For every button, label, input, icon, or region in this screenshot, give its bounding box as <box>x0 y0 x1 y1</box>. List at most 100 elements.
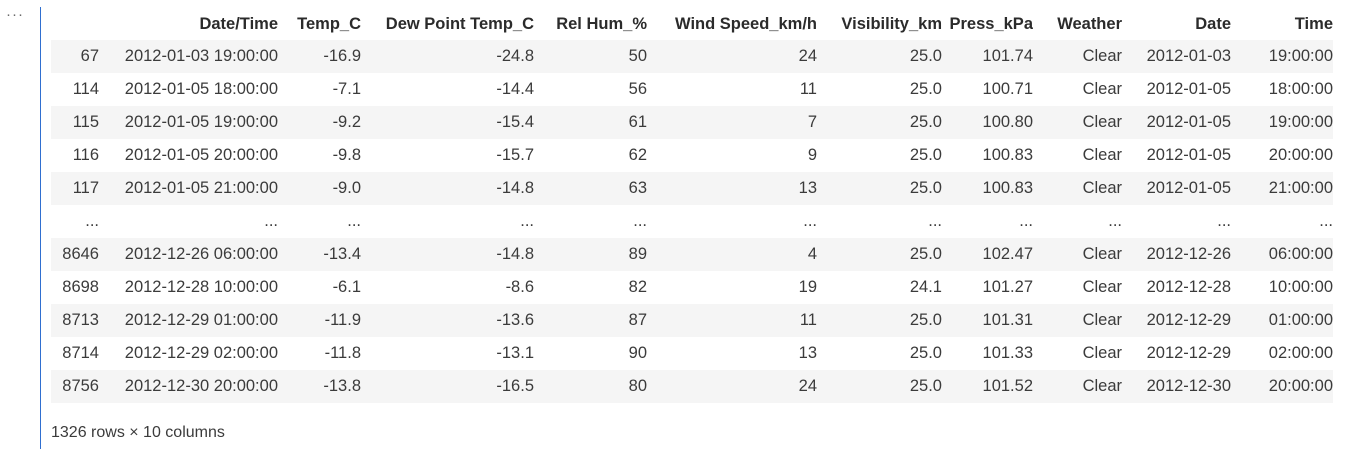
table-row: 117 2012-01-05 21:00:00 -9.0 -14.8 63 13 25.0 1… <box>51 172 1333 205</box>
column-header-pressure-header: Press_kPa <box>949 14 1034 33</box>
row-index-cell: 8698 <box>62 278 99 296</box>
table-cell: -9.2 <box>332 113 361 131</box>
table-cell: 2012-01-05 19:00:00 <box>124 113 278 131</box>
table-cell: 25.0 <box>909 179 942 197</box>
column-header-time-header: Time <box>1294 14 1333 33</box>
table-cell: 21:00:00 <box>1268 179 1333 197</box>
row-index-cell: 67 <box>80 47 99 65</box>
table-cell: 2012-12-29 <box>1146 311 1231 329</box>
table-cell: 19:00:00 <box>1268 47 1333 65</box>
table-cell: 100.71 <box>982 80 1033 98</box>
table-cell: Clear <box>1082 113 1122 131</box>
table-cell: 2012-01-05 <box>1146 179 1231 197</box>
column-header-wind-speed-header: Wind Speed_km/h <box>675 14 817 33</box>
table-cell: 102.47 <box>982 245 1033 263</box>
table-cell: 19:00:00 <box>1268 113 1333 131</box>
table-cell: 4 <box>807 245 817 263</box>
table-cell: 90 <box>628 344 647 362</box>
table-cell: 25.0 <box>909 146 942 164</box>
table-cell: -6.1 <box>332 278 361 296</box>
table-row: 114 2012-01-05 18:00:00 -7.1 -14.4 56 11 25.0 1… <box>51 73 1333 106</box>
table-cell: 2012-01-05 21:00:00 <box>124 179 278 197</box>
table-cell: 7 <box>807 113 817 131</box>
table-cell: 2012-01-05 18:00:00 <box>124 80 278 98</box>
dataframe-shape-summary: 1326 rows × 10 columns <box>51 424 225 441</box>
table-cell: 2012-12-29 <box>1146 344 1231 362</box>
table-cell: Clear <box>1082 245 1122 263</box>
table-cell: Clear <box>1082 344 1122 362</box>
table-cell: 2012-01-05 <box>1146 146 1231 164</box>
row-index-cell: 8756 <box>62 377 99 395</box>
table-cell: 62 <box>628 146 647 164</box>
table-cell: ... <box>803 212 817 230</box>
table-cell: 2012-12-29 02:00:00 <box>124 344 278 362</box>
table-cell: -15.4 <box>496 113 534 131</box>
table-cell: Clear <box>1082 47 1122 65</box>
table-cell: -13.1 <box>496 344 534 362</box>
table-cell: ... <box>1217 212 1231 230</box>
table-cell: 25.0 <box>909 80 942 98</box>
table-cell: -16.5 <box>496 377 534 395</box>
table-row: 115 2012-01-05 19:00:00 -9.2 -15.4 61 7 25.0 10… <box>51 106 1333 139</box>
table-cell: Clear <box>1082 80 1122 98</box>
table-row: 8714 2012-12-29 02:00:00 -11.8 -13.1 90 13 25.… <box>51 337 1333 370</box>
table-row: 8646 2012-12-26 06:00:00 -13.4 -14.8 89 4 25.0… <box>51 238 1333 271</box>
column-header-dew-point-header: Dew Point Temp_C <box>385 14 534 33</box>
output-focus-border <box>40 7 41 449</box>
table-cell: 01:00:00 <box>1268 311 1333 329</box>
table-cell: 2012-01-05 20:00:00 <box>124 146 278 164</box>
table-row: 8756 2012-12-30 20:00:00 -13.8 -16.5 80 24 25.… <box>51 370 1333 403</box>
table-cell: -14.4 <box>496 80 534 98</box>
table-cell: -11.9 <box>324 311 361 329</box>
table-cell: 63 <box>628 179 647 197</box>
table-cell: -8.6 <box>505 278 534 296</box>
table-cell: 25.0 <box>909 113 942 131</box>
table-cell: -24.8 <box>496 47 534 65</box>
column-header-temp-header: Temp_C <box>297 14 361 33</box>
table-cell: ... <box>1019 212 1033 230</box>
table-cell: 2012-01-03 19:00:00 <box>124 47 278 65</box>
row-index-cell: 116 <box>72 146 99 164</box>
table-cell: ... <box>1319 212 1333 230</box>
table-cell: Clear <box>1082 179 1122 197</box>
table-cell: Clear <box>1082 311 1122 329</box>
table-cell: 24.1 <box>909 278 942 296</box>
table-cell: Clear <box>1082 377 1122 395</box>
table-body: 67 2012-01-03 19:00:00 -16.9 -24.8 50 24 25.0 1… <box>51 40 1333 403</box>
table-cell: Clear <box>1082 278 1122 296</box>
table-cell: 101.27 <box>982 278 1033 296</box>
table-cell: 25.0 <box>909 311 942 329</box>
table-row: 8698 2012-12-28 10:00:00 -6.1 -8.6 82 19 24.1 1… <box>51 271 1333 304</box>
row-index-cell: ... <box>85 212 99 230</box>
table-cell: 82 <box>628 278 647 296</box>
table-cell: -14.8 <box>496 245 534 263</box>
table-cell: 50 <box>628 47 647 65</box>
table-cell: -11.8 <box>324 344 361 362</box>
dataframe-output: Date/Time Temp_C Dew Point Temp_C Rel Hum_%… <box>51 8 1333 403</box>
more-actions-icon[interactable]: ··· <box>6 6 24 23</box>
column-header-rel-hum-header: Rel Hum_% <box>556 14 647 33</box>
table-cell: 87 <box>628 311 647 329</box>
table-cell: 2012-12-29 01:00:00 <box>124 311 278 329</box>
row-index-cell: 8713 <box>62 311 99 329</box>
table-cell: 56 <box>628 80 647 98</box>
table-row: 8713 2012-12-29 01:00:00 -11.9 -13.6 87 11 25.… <box>51 304 1333 337</box>
table-cell: ... <box>264 212 278 230</box>
table-cell: 25.0 <box>909 47 942 65</box>
table-cell: 2012-12-26 06:00:00 <box>124 245 278 263</box>
table-cell: 2012-12-26 <box>1146 245 1231 263</box>
notebook-output-cell: ··· Date/Time Temp_C Dew Point Temp_C Rel H… <box>0 0 1350 449</box>
table-cell: 100.83 <box>982 146 1033 164</box>
table-cell: 24 <box>798 377 817 395</box>
table-cell: 10:00:00 <box>1268 278 1333 296</box>
table-row: 116 2012-01-05 20:00:00 -9.8 -15.7 62 9 25.0 10… <box>51 139 1333 172</box>
table-cell: 20:00:00 <box>1268 146 1333 164</box>
table-cell: 101.33 <box>982 344 1033 362</box>
table-cell: 11 <box>799 311 817 329</box>
column-header-datetime-header: Date/Time <box>199 14 278 33</box>
table-cell: -15.7 <box>496 146 534 164</box>
table-cell: 80 <box>628 377 647 395</box>
table-cell: ... <box>633 212 647 230</box>
table-cell: 2012-12-30 20:00:00 <box>124 377 278 395</box>
ellipsis-row: ................................. <box>51 205 1333 238</box>
